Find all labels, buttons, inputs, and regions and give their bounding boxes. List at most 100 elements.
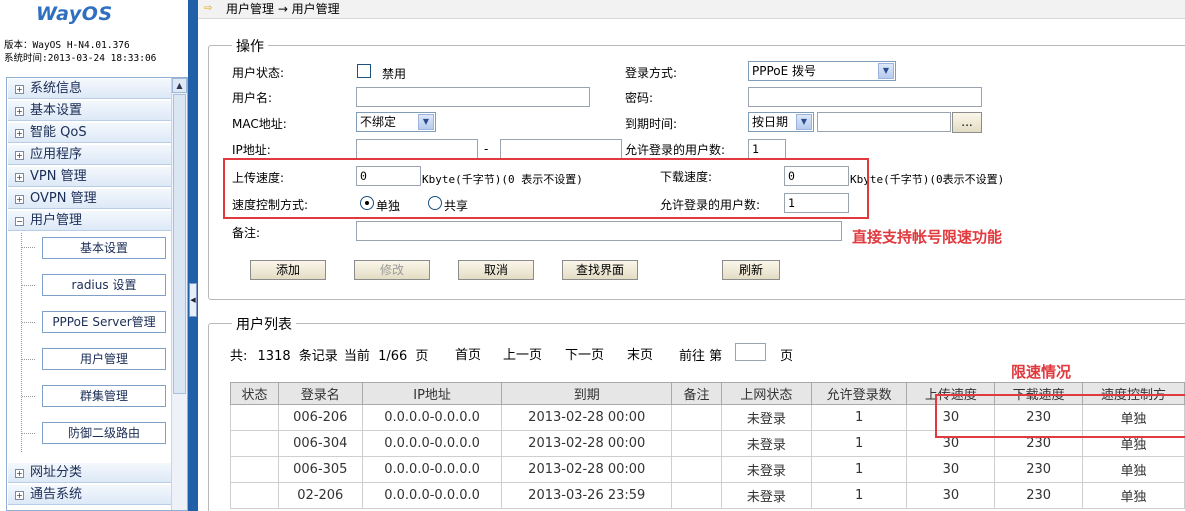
- refresh-button[interactable]: 刷新: [722, 260, 780, 280]
- version-text: 版本：WayOS H-N4.01.376: [4, 40, 130, 51]
- col-ip[interactable]: IP地址: [361, 382, 503, 405]
- col-status[interactable]: 状态: [230, 382, 279, 405]
- col-remark[interactable]: 备注: [671, 382, 722, 405]
- tree-branch: [22, 359, 36, 360]
- sub-item-defense-router[interactable]: 防御二级路由: [42, 422, 166, 444]
- prev-page-link[interactable]: 上一页: [503, 344, 542, 363]
- cell-expire: 2013-02-28 00:00: [501, 404, 673, 431]
- password-input[interactable]: [748, 87, 982, 107]
- sub-item-radius-settings[interactable]: radius 设置: [42, 274, 166, 296]
- scroll-up-icon[interactable]: ▲: [172, 78, 187, 93]
- sub-item-pppoe-server[interactable]: PPPoE Server管理: [42, 311, 166, 333]
- ip-end-input[interactable]: [500, 139, 622, 159]
- cell-online-status: 未登录: [720, 456, 812, 483]
- cell-remark: [671, 482, 722, 509]
- cell-allow-login: 1: [810, 404, 908, 431]
- expire-mode-value: 按日期: [752, 115, 789, 129]
- goto-suffix: 页: [780, 349, 794, 364]
- table-row[interactable]: 02-206 0.0.0.0-0.0.0.0 2013-03-26 23:59 …: [230, 482, 1185, 509]
- col-online-status[interactable]: 上网状态: [720, 382, 812, 405]
- menu-item-vpn[interactable]: + VPN 管理: [8, 167, 171, 187]
- username-label: 用户名:: [232, 91, 273, 105]
- sidebar: WayOS 版本：WayOS H-N4.01.376 系统时间:2013-03-…: [0, 0, 190, 511]
- total-count: 1318: [257, 349, 291, 364]
- cell-status: [230, 430, 279, 457]
- cell-ip: 0.0.0.0-0.0.0.0: [361, 482, 503, 509]
- cell-expire: 2013-02-28 00:00: [501, 456, 673, 483]
- expire-date-input[interactable]: [817, 112, 951, 132]
- expand-icon: +: [15, 491, 24, 500]
- cell-expire: 2013-02-28 00:00: [501, 430, 673, 457]
- next-page-link[interactable]: 下一页: [565, 344, 604, 363]
- frame-splitter[interactable]: ◀: [188, 0, 198, 511]
- date-picker-button[interactable]: ...: [952, 112, 982, 133]
- disable-label: 禁用: [382, 67, 407, 81]
- login-method-label: 登录方式:: [625, 66, 678, 80]
- cell-allow-login: 1: [810, 430, 908, 457]
- cell-upload-speed: 30: [906, 456, 996, 483]
- menu-item-url-category[interactable]: + 网址分类: [8, 463, 171, 483]
- search-view-button[interactable]: 查找界面: [562, 260, 638, 280]
- menu-item-basic-settings[interactable]: + 基本设置: [8, 101, 171, 121]
- ip-start-input[interactable]: [356, 139, 478, 159]
- menu-label: 通告系统: [30, 487, 83, 502]
- modify-button[interactable]: 修改: [354, 260, 430, 280]
- sub-item-user-management[interactable]: 用户管理: [42, 348, 166, 370]
- cell-speed-mode: 单独: [1082, 482, 1185, 509]
- cell-login-name: 006-304: [277, 430, 363, 457]
- sub-item-cluster-management[interactable]: 群集管理: [42, 385, 166, 407]
- menu-item-notice-system[interactable]: + 通告系统: [8, 485, 171, 505]
- menu-label: 应用程序: [30, 147, 83, 162]
- total-prefix: 共:: [230, 349, 248, 364]
- cancel-button[interactable]: 取消: [458, 260, 534, 280]
- sub-item-basic-settings[interactable]: 基本设置: [42, 237, 166, 259]
- add-button[interactable]: 添加: [250, 260, 326, 280]
- expand-icon: +: [15, 107, 24, 116]
- menu-label: OVPN 管理: [30, 191, 97, 206]
- mac-bind-select[interactable]: 不绑定 ▼: [356, 112, 436, 132]
- speed-status-annotation: 限速情况: [1011, 363, 1072, 381]
- password-label: 密码:: [625, 91, 654, 105]
- cell-login-name: 006-305: [277, 456, 363, 483]
- menu-item-user-management[interactable]: − 用户管理: [8, 211, 171, 231]
- cell-login-name: 02-206: [277, 482, 363, 509]
- scroll-thumb[interactable]: [173, 94, 186, 394]
- expire-mode-select[interactable]: 按日期 ▼: [748, 112, 814, 132]
- wayos-logo: WayOS: [36, 3, 113, 25]
- tree-branch: [22, 322, 36, 323]
- col-login-name[interactable]: 登录名: [277, 382, 363, 405]
- col-allow-login[interactable]: 允许登录数: [810, 382, 908, 405]
- cell-download-speed: 230: [994, 456, 1084, 483]
- cell-ip: 0.0.0.0-0.0.0.0: [361, 456, 503, 483]
- cell-remark: [671, 404, 722, 431]
- menu-item-applications[interactable]: + 应用程序: [8, 145, 171, 165]
- allow-login-input[interactable]: 1: [748, 139, 786, 159]
- goto-page-input[interactable]: [735, 343, 766, 361]
- username-input[interactable]: [356, 87, 590, 107]
- expand-icon: +: [15, 469, 24, 478]
- menu-item-ovpn[interactable]: + OVPN 管理: [8, 189, 171, 209]
- cell-online-status: 未登录: [720, 404, 812, 431]
- menu-scrollbar[interactable]: ▲: [171, 78, 187, 510]
- operations-legend: 操作: [232, 36, 268, 56]
- first-page-link[interactable]: 首页: [455, 344, 481, 363]
- last-page-link[interactable]: 末页: [627, 344, 653, 363]
- allow-login-label: 允许登录的用户数:: [625, 143, 726, 157]
- col-expire[interactable]: 到期: [501, 382, 673, 405]
- disable-checkbox[interactable]: [357, 64, 371, 78]
- table-row[interactable]: 006-305 0.0.0.0-0.0.0.0 2013-02-28 00:00…: [230, 456, 1185, 483]
- cell-upload-speed: 30: [906, 482, 996, 509]
- chevron-down-icon: ▼: [878, 63, 894, 79]
- cell-ip: 0.0.0.0-0.0.0.0: [361, 430, 503, 457]
- main-content: ⇨ 用户管理 → 用户管理 操作 用户状态: 禁用 登录方式: PPPoE 拨号…: [198, 0, 1185, 511]
- cell-login-name: 006-206: [277, 404, 363, 431]
- menu-item-system-info[interactable]: + 系统信息: [8, 79, 171, 99]
- speed-settings-highlight: [223, 158, 869, 219]
- remark-input[interactable]: [356, 221, 842, 241]
- menu-item-qos[interactable]: + 智能 QoS: [8, 123, 171, 143]
- expand-icon: +: [15, 85, 24, 94]
- login-method-select[interactable]: PPPoE 拨号 ▼: [748, 61, 896, 81]
- collapse-sidebar-icon[interactable]: ◀: [189, 283, 197, 317]
- user-status-label: 用户状态:: [232, 66, 285, 80]
- tree-line: [21, 233, 22, 453]
